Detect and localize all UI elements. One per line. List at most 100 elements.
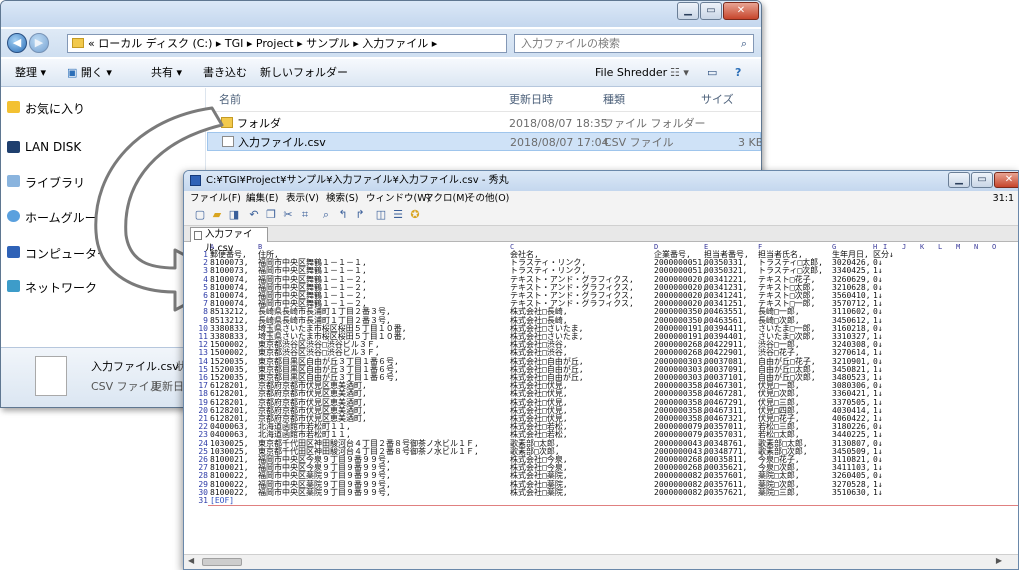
search-icon[interactable]: ⌕ [741,35,747,52]
find-icon[interactable]: ⌕ [320,209,332,221]
cut-icon[interactable]: ✂ [282,209,294,221]
csv-cell: 00357621, [704,487,748,497]
homegroup-icon [7,210,20,222]
back-icon[interactable]: ◀ [7,33,27,53]
nav-network[interactable]: ネットワーク [7,279,98,296]
file-name: 入力ファイル.csv [238,136,326,149]
computer-icon [7,246,20,258]
view-options-icon[interactable]: ☷ ▾ [670,59,689,87]
nav-homegroup[interactable]: ホームグループ [7,209,108,226]
file-row-selected[interactable]: 入力ファイル.csv 2018/08/07 17:04 CSV ファイル 3 K… [207,132,761,151]
editor-close-button[interactable]: ✕ [994,172,1018,188]
search-placeholder: 入力ファイルの検索 [521,37,620,50]
nav-label: ライブラリ [25,176,86,190]
settings-icon[interactable]: ✪ [409,209,421,221]
new-folder-button[interactable]: 新しいフォルダー [260,59,348,87]
nav-lan-disk[interactable]: LAN DISK [7,140,82,154]
csv-cell: 薬院□三郎, [758,487,800,497]
details-file-name: 入力ファイル.csv [91,360,179,373]
file-shredder-button[interactable]: File Shredder [595,59,667,87]
help-icon[interactable]: ? [735,59,741,87]
preview-pane-icon[interactable]: ▭ [707,59,717,87]
csv-cell: 株式会社□薬院, [510,487,568,497]
scroll-right-icon[interactable]: ▶ [996,556,1002,565]
column-size[interactable]: サイズ [701,88,734,112]
maximize-button[interactable]: ▭ [700,2,722,20]
close-button[interactable]: ✕ [723,2,759,20]
file-type: ファイル フォルダー [603,117,706,130]
menu-edit[interactable]: 編集(E) [246,191,278,207]
open-button[interactable]: ▣ 開く ▾ [67,59,112,87]
editor-maximize-button[interactable]: ▭ [971,172,993,188]
find-prev-icon[interactable]: ↰ [337,209,349,221]
nav-libraries[interactable]: ライブラリ [7,174,86,191]
explorer-toolbar: 整理 ▾ ▣ 開く ▾ 共有 ▾ 書き込む 新しいフォルダー File Shre… [1,59,761,87]
cursor-position: 31:1 [992,193,1014,204]
text-area[interactable]: 1 郵便番号, 住所, 会社名, 企業番号, 担当者番号, 担当者氏名, 生年月日, 区分↓ 2 8… [184,250,1018,554]
explorer-titlebar: ▁ ▭ ✕ [1,1,761,27]
organize-button[interactable]: 整理 ▾ [15,59,46,87]
nav-label: お気に入り [25,102,86,116]
csv-cell: 福岡市中央区薬院９丁目９番９９号, [258,487,391,497]
minimize-button[interactable]: ▁ [677,2,699,20]
menu-other[interactable]: その他(O) [466,191,509,207]
nav-label: LAN DISK [25,140,82,154]
nav-label: ネットワーク [25,281,98,295]
menu-window[interactable]: ウィンドウ(W) [366,191,430,207]
editor-window: C:¥TGI¥Project¥サンプル¥入力ファイル¥入力ファイル.csv - … [183,170,1019,570]
copy-icon[interactable]: ❐ [265,209,277,221]
burn-button[interactable]: 書き込む [203,59,247,87]
address-row: ◀ ▶ « ローカル ディスク (C:) ▸ TGI ▸ Project ▸ サ… [1,29,761,57]
nav-favorites[interactable]: お気に入り [7,100,86,117]
folder-icon [221,117,233,128]
csv-file-icon [35,356,67,396]
menu-file[interactable]: ファイル(F) [190,191,241,207]
column-date[interactable]: 更新日時 [509,88,553,112]
menu-view[interactable]: 表示(V) [286,191,319,207]
new-file-icon[interactable]: ▢ [194,209,206,221]
line-number: 31 [198,496,208,505]
csv-file-icon [222,136,234,147]
menu-macro[interactable]: マクロ(M) [424,191,468,207]
nav-computer[interactable]: コンピューター [7,245,109,262]
document-icon [194,231,202,240]
grep-icon[interactable]: ◫ [375,209,387,221]
menu-search[interactable]: 検索(S) [326,191,358,207]
csv-cell: 3510630, [832,487,871,497]
file-name: フォルダ [237,117,281,130]
scroll-thumb[interactable] [202,558,242,566]
file-row[interactable]: フォルダ 2018/08/07 18:35 ファイル フォルダー [207,114,761,133]
save-icon[interactable]: ◨ [228,209,240,221]
star-icon [7,101,20,113]
details-modified-label: 更新日 [151,380,184,393]
column-type[interactable]: 種類 [603,88,625,112]
ruler-column-m: M [956,243,961,251]
hidemaru-app-icon [190,175,201,186]
file-type: CSV ファイル [604,136,674,149]
column-name[interactable]: 名前 [219,88,241,112]
editor-toolbar: ▢ ▰ ◨ ↶ ❐ ✂ ⌗ ⌕ ↰ ↱ ◫ ☰ ✪ [184,207,1018,226]
find-next-icon[interactable]: ↱ [354,209,366,221]
file-list-header: 名前 更新日時 種類 サイズ [207,88,761,112]
csv-cell: 2000000082, [654,487,707,497]
nav-label: ホームグループ [25,211,108,225]
open-folder-icon[interactable]: ▰ [211,209,223,221]
file-date: 2018/08/07 18:35 [509,117,608,130]
split-window-icon[interactable]: ☰ [392,209,404,221]
scroll-left-icon[interactable]: ◀ [188,556,194,565]
share-button[interactable]: 共有 ▾ [151,59,182,87]
network-icon [7,280,20,292]
editor-minimize-button[interactable]: ▁ [948,172,970,188]
ruler-column-o: O [992,243,997,251]
editor-menubar: ファイル(F) 編集(E) 表示(V) 検索(S) ウィンドウ(W) マクロ(M… [184,191,1018,207]
ruler-column-k: K [920,243,925,251]
paste-icon[interactable]: ⌗ [299,209,311,221]
undo-icon[interactable]: ↶ [248,209,260,221]
forward-icon[interactable]: ▶ [29,33,49,53]
horizontal-scrollbar[interactable]: ◀ ▶ [184,554,1018,569]
tab-input-file[interactable]: 入力ファイル.csv [190,227,268,254]
search-input[interactable]: 入力ファイルの検索 ⌕ [514,34,754,53]
address-bar[interactable]: « ローカル ディスク (C:) ▸ TGI ▸ Project ▸ サンプル … [67,34,507,53]
address-path: « ローカル ディスク (C:) ▸ TGI ▸ Project ▸ サンプル … [88,37,438,50]
open-label: 開く ▾ [80,66,112,79]
